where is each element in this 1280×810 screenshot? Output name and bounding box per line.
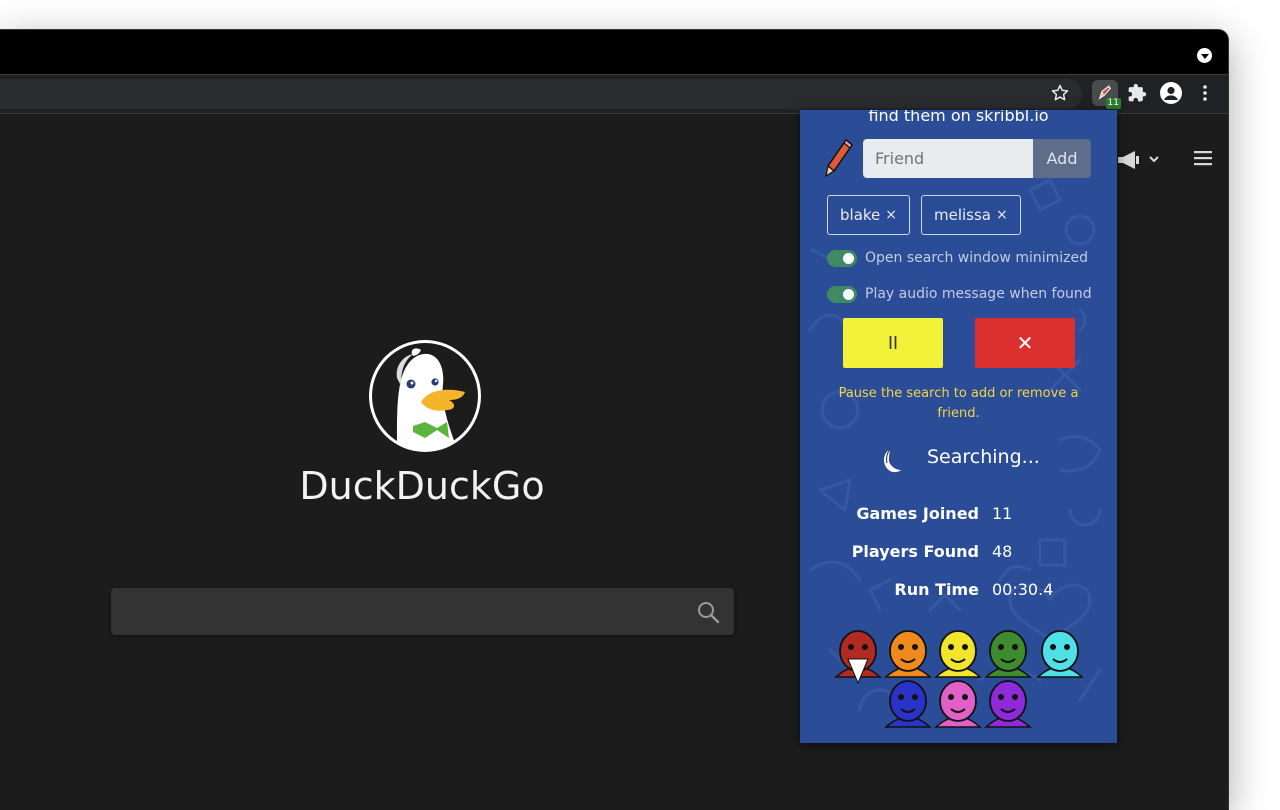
friend-input[interactable] — [863, 139, 1033, 178]
remove-friend-icon[interactable]: × — [885, 207, 897, 223]
puzzle-icon[interactable] — [1127, 83, 1147, 103]
friend-name: blake — [840, 206, 880, 224]
add-friend-button[interactable]: Add — [1033, 139, 1091, 178]
toggle-label: Open search window minimized — [865, 250, 1088, 266]
brand-name: DuckDuckGo — [270, 464, 574, 508]
hamburger-icon[interactable] — [1194, 150, 1212, 166]
stat-label-runtime: Run Time — [894, 580, 979, 599]
star-icon[interactable] — [1050, 83, 1070, 103]
search-input[interactable] — [111, 588, 734, 635]
avatar — [886, 681, 930, 727]
chevron-down-icon — [1150, 157, 1158, 161]
person-icon — [1160, 82, 1182, 104]
toggle-label: Play audio message when found — [865, 286, 1092, 302]
avatar — [886, 631, 930, 677]
avatar — [936, 681, 980, 727]
address-bar[interactable] — [0, 79, 1082, 109]
stat-label-players: Players Found — [852, 542, 979, 561]
stat-label-games: Games Joined — [856, 504, 979, 523]
avatar — [936, 631, 980, 677]
pause-warning: Pause the search to add or remove a frie… — [830, 384, 1087, 424]
remove-friend-icon[interactable]: × — [996, 207, 1008, 223]
search-icon[interactable] — [696, 600, 720, 624]
avatar-group — [800, 625, 1117, 735]
audio-toggle[interactable] — [827, 286, 857, 303]
stat-value-runtime: 00:30.4 — [992, 580, 1053, 599]
audio-toggle-row: Play audio message when found — [827, 284, 1092, 304]
minimized-toggle[interactable] — [827, 250, 857, 267]
pencil-icon — [824, 138, 854, 178]
search-status: Searching... — [927, 446, 1040, 468]
stat-value-players: 48 — [992, 542, 1012, 561]
extension-badge: 11 — [1106, 98, 1121, 109]
minimized-toggle-row: Open search window minimized — [827, 248, 1088, 268]
friend-chip-blake: blake × — [827, 195, 910, 235]
avatar — [836, 631, 880, 683]
popup-heading: find them on skribbl.io — [800, 110, 1117, 125]
friend-name: melissa — [934, 206, 991, 224]
account-icon[interactable] — [1160, 82, 1182, 104]
duckduckgo-logo — [367, 338, 483, 454]
extension-popup: find them on skribbl.io Add blake × meli… — [800, 110, 1117, 743]
avatar — [986, 631, 1030, 677]
avatar — [986, 681, 1030, 727]
friend-chip-melissa: melissa × — [921, 195, 1021, 235]
pause-button[interactable]: II — [843, 318, 943, 368]
stop-button[interactable]: ✕ — [975, 318, 1075, 368]
browser-toolbar: 11 — [0, 74, 1228, 115]
title-bar — [0, 30, 1228, 74]
megaphone-icon[interactable] — [1116, 150, 1160, 170]
menu-icon[interactable] — [1198, 83, 1212, 103]
stat-value-games: 11 — [992, 504, 1012, 523]
popup-content: find them on skribbl.io Add blake × meli… — [800, 110, 1117, 743]
profile-menu-icon[interactable] — [1197, 48, 1212, 63]
avatar — [1038, 631, 1082, 677]
extension-icon[interactable]: 11 — [1092, 80, 1118, 106]
spinner-icon — [880, 446, 902, 474]
